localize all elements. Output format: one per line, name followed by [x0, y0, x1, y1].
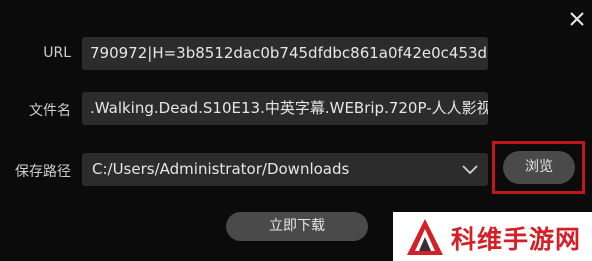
close-icon[interactable]: [567, 9, 587, 29]
save-path-label: 保存路径: [15, 164, 71, 180]
chevron-down-icon[interactable]: [462, 163, 478, 175]
url-value: 790972|H=3b8512dac0b745dfdbc861a0f42e0c4…: [90, 44, 488, 62]
watermark-text: 科维手游网: [451, 225, 582, 254]
download-dialog: URL 790972|H=3b8512dac0b745dfdbc861a0f42…: [0, 0, 592, 261]
url-input[interactable]: 790972|H=3b8512dac0b745dfdbc861a0f42e0c4…: [82, 37, 488, 70]
download-now-button[interactable]: 立即下载: [226, 212, 368, 241]
watermark: 科维手游网: [393, 212, 592, 261]
save-path-value: C:/Users/Administrator/Downloads: [92, 160, 350, 178]
filename-value: .Walking.Dead.S10E13.中英字幕.WEBrip.720P-人人…: [90, 99, 488, 117]
watermark-logo-icon: [407, 219, 443, 255]
browse-button[interactable]: 浏览: [503, 151, 575, 184]
filename-input[interactable]: .Walking.Dead.S10E13.中英字幕.WEBrip.720P-人人…: [82, 92, 488, 125]
save-path-select[interactable]: C:/Users/Administrator/Downloads: [82, 153, 488, 186]
url-label: URL: [43, 45, 71, 61]
filename-label: 文件名: [29, 103, 71, 119]
